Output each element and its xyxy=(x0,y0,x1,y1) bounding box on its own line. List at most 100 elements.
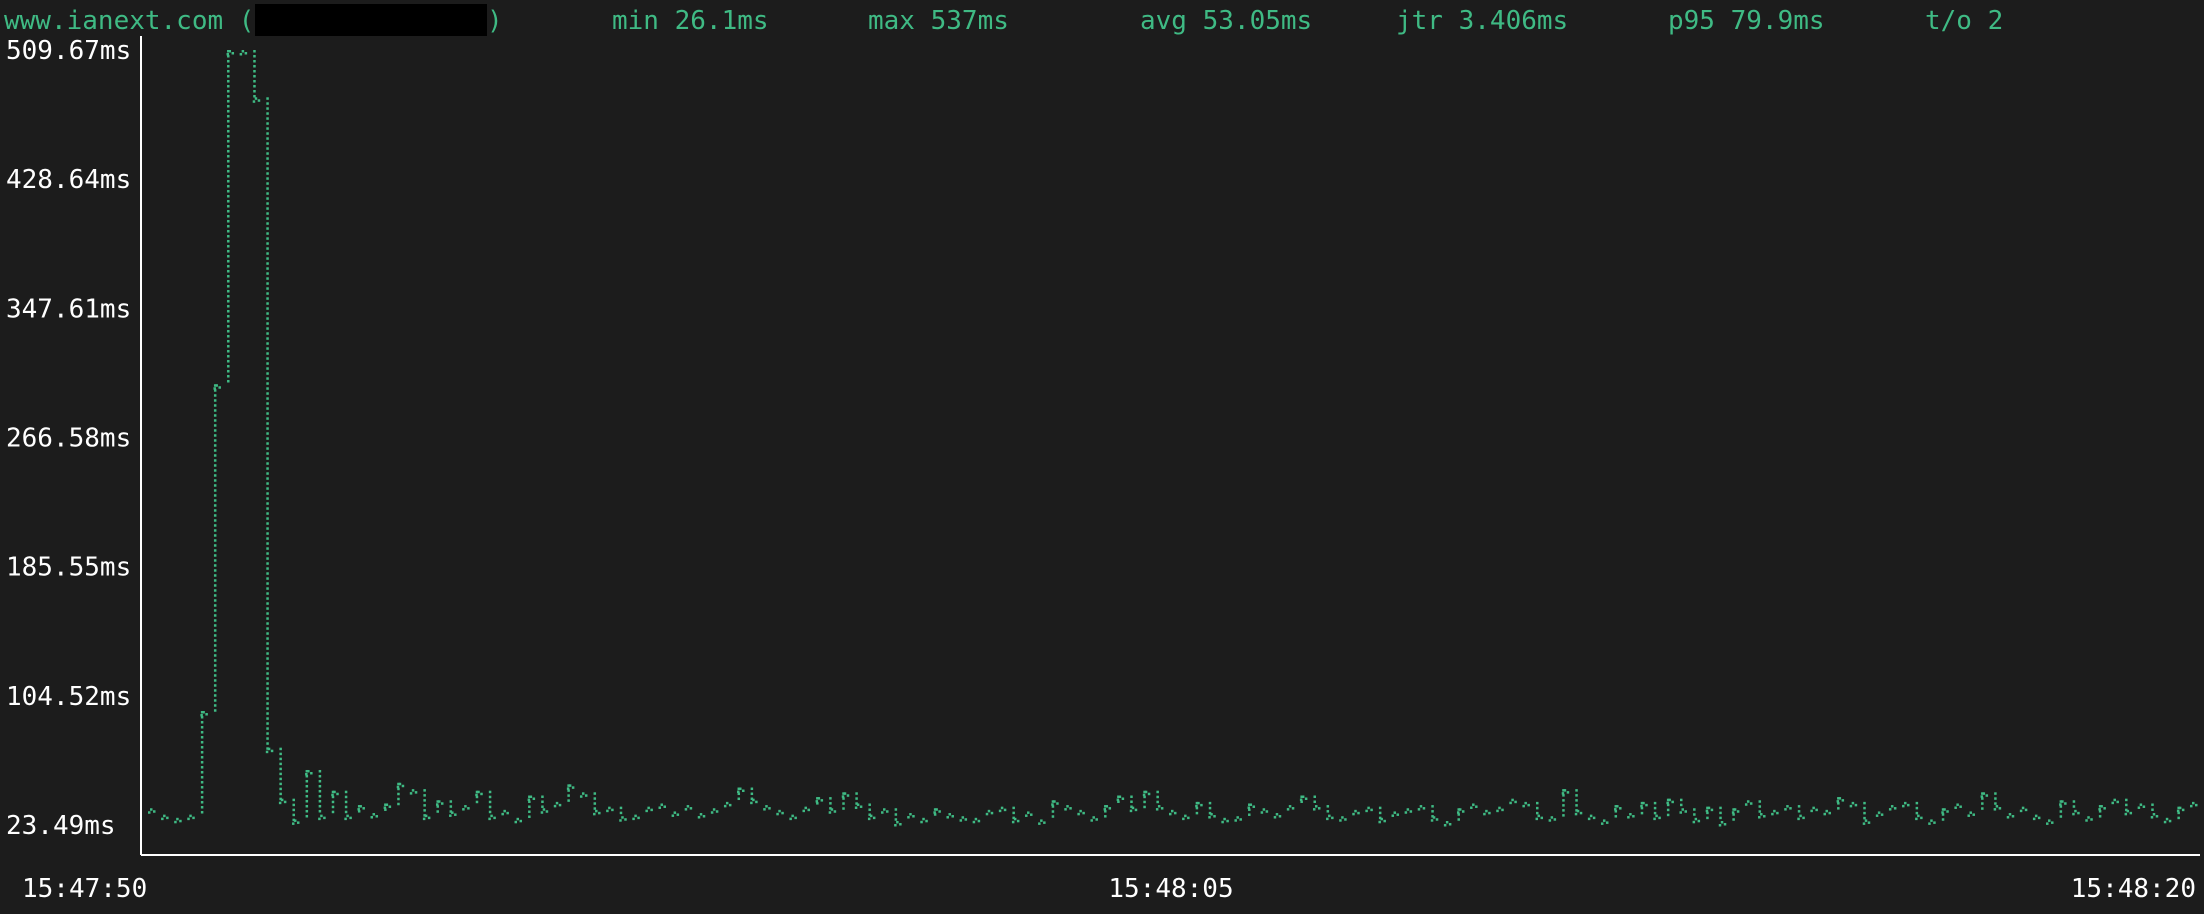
data-point xyxy=(383,803,392,811)
x-tick-labels: 15:47:50 15:48:05 15:48:20 xyxy=(22,874,2196,904)
data-point xyxy=(1064,805,1072,811)
data-point xyxy=(1378,806,1386,824)
data-point xyxy=(1954,803,1962,809)
y-tick-label: 428.64ms xyxy=(6,165,131,195)
data-point xyxy=(671,811,680,817)
data-point xyxy=(239,50,248,56)
x-tick-label: 15:47:50 xyxy=(22,874,147,904)
latency-chart: 509.67ms 428.64ms 347.61ms 266.58ms 185.55ms… xyxy=(6,36,2200,904)
x-tick-label: 15:48:20 xyxy=(2071,874,2196,904)
data-point xyxy=(1731,808,1740,821)
data-point xyxy=(1077,809,1085,816)
data-point xyxy=(357,805,365,813)
data-point xyxy=(187,814,195,821)
data-point xyxy=(710,808,719,814)
data-point xyxy=(1810,806,1818,813)
y-tick-labels: 509.67ms 428.64ms 347.61ms 266.58ms 185.55ms… xyxy=(6,36,131,841)
data-point xyxy=(1666,798,1674,817)
data-point xyxy=(1574,789,1583,816)
data-point xyxy=(1129,795,1138,813)
data-point xyxy=(1600,819,1609,825)
data-point xyxy=(370,813,379,819)
data-point xyxy=(1496,806,1504,813)
data-point xyxy=(2059,800,2067,818)
data-point xyxy=(148,808,156,814)
data-point xyxy=(2098,805,2106,818)
data-point xyxy=(854,792,863,809)
data-point xyxy=(1234,816,1242,822)
data-point xyxy=(213,384,221,712)
data-point xyxy=(946,813,954,819)
data-point xyxy=(2006,813,2015,819)
data-point xyxy=(2019,806,2028,813)
y-tick-label: 104.52ms xyxy=(6,682,131,712)
data-point xyxy=(959,816,968,822)
data-point xyxy=(1862,801,1871,825)
data-point xyxy=(1797,805,1805,821)
data-point xyxy=(1025,811,1033,817)
data-point xyxy=(1195,801,1203,815)
data-point xyxy=(514,817,523,824)
data-point xyxy=(409,789,418,795)
data-point xyxy=(645,806,653,813)
data-point xyxy=(566,784,575,802)
data-point xyxy=(1443,820,1452,827)
data-point xyxy=(1483,809,1491,816)
data-point xyxy=(789,814,797,821)
data-point xyxy=(475,790,483,804)
data-point xyxy=(998,806,1007,813)
data-point xyxy=(318,769,326,821)
data-point xyxy=(776,809,784,816)
data-point xyxy=(2124,798,2133,816)
data-point xyxy=(174,817,182,824)
data-point xyxy=(1902,801,1910,808)
data-point xyxy=(161,814,169,821)
x-tick-label: 15:48:05 xyxy=(1108,874,1233,904)
data-point xyxy=(2176,806,2185,820)
data-point xyxy=(1640,801,1648,815)
data-point xyxy=(2137,803,2146,809)
data-point xyxy=(1404,808,1413,814)
data-point xyxy=(291,798,300,825)
data-point xyxy=(527,795,536,818)
data-point xyxy=(1182,814,1190,821)
data-point xyxy=(579,792,588,798)
data-point xyxy=(1653,801,1661,821)
data-point xyxy=(1142,790,1151,809)
data-point xyxy=(985,809,994,816)
data-point xyxy=(697,813,706,819)
data-point xyxy=(894,808,902,827)
data-point xyxy=(632,814,640,821)
data-point xyxy=(1312,795,1321,811)
data-point xyxy=(1980,792,1989,810)
data-point xyxy=(1771,809,1779,816)
data-point xyxy=(1103,805,1112,818)
data-point xyxy=(815,797,824,805)
data-point xyxy=(723,801,732,808)
data-point xyxy=(278,747,287,805)
data-point xyxy=(1011,806,1020,824)
data-point xyxy=(1614,805,1622,818)
data-point xyxy=(1718,806,1727,827)
data-point xyxy=(1365,806,1373,813)
data-point xyxy=(422,789,431,821)
data-point xyxy=(1627,813,1635,819)
data-point xyxy=(1038,819,1046,825)
data-point xyxy=(1967,811,1975,817)
data-point xyxy=(2072,800,2080,816)
y-tick-label: 266.58ms xyxy=(6,424,131,454)
data-point xyxy=(1823,809,1831,816)
data-point xyxy=(2085,816,2093,822)
data-point xyxy=(1391,811,1400,817)
data-point xyxy=(553,801,562,808)
data-point xyxy=(305,769,313,818)
data-point xyxy=(435,800,444,813)
data-point xyxy=(1587,814,1596,821)
data-point xyxy=(449,800,457,817)
data-point xyxy=(763,805,771,811)
data-point xyxy=(684,805,693,811)
data-point xyxy=(1679,798,1687,814)
data-point xyxy=(1326,805,1334,821)
data-point xyxy=(1456,808,1465,821)
data-point xyxy=(2190,801,2198,808)
